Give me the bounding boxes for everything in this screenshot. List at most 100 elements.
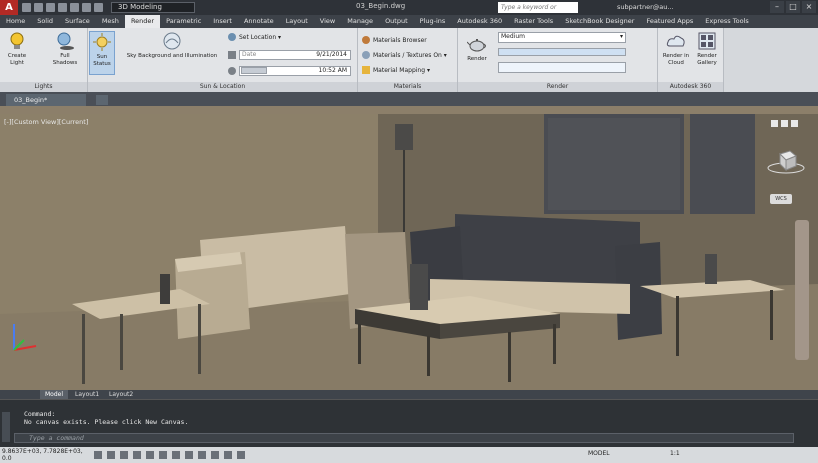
ducs-icon[interactable] bbox=[172, 451, 180, 459]
tab-render[interactable]: Render bbox=[124, 15, 161, 28]
viewport-minimize-icon[interactable] bbox=[771, 120, 778, 127]
material-mapping-button[interactable]: Material Mapping ▾ bbox=[362, 66, 430, 74]
new-icon[interactable] bbox=[22, 3, 31, 12]
workspace-dropdown[interactable]: 3D Modeling bbox=[111, 2, 195, 13]
materials-group: Materials Browser Materials / Textures O… bbox=[358, 28, 458, 92]
tab-view[interactable]: View bbox=[314, 15, 341, 28]
render-preset-dropdown[interactable]: Medium ▾ bbox=[498, 32, 626, 43]
render-output-field[interactable] bbox=[498, 62, 626, 73]
tab-autodesk-360[interactable]: Autodesk 360 bbox=[451, 15, 508, 28]
maximize-icon[interactable]: □ bbox=[786, 1, 800, 13]
lineweight-icon[interactable] bbox=[198, 451, 206, 459]
tab-layout[interactable]: Layout bbox=[280, 15, 314, 28]
minimize-icon[interactable]: – bbox=[770, 1, 784, 13]
navigation-bar[interactable] bbox=[795, 220, 809, 360]
sky-background-button[interactable]: Sky Background and Illumination bbox=[120, 31, 224, 60]
open-icon[interactable] bbox=[34, 3, 43, 12]
viewcube-icon[interactable] bbox=[766, 148, 806, 174]
tab-express-tools[interactable]: Express Tools bbox=[699, 15, 754, 28]
quick-properties-icon[interactable] bbox=[224, 451, 232, 459]
annotation-scale[interactable]: 1:1 bbox=[670, 450, 680, 457]
tab-layout1[interactable]: Layout1 bbox=[70, 390, 104, 399]
tab-plug-ins[interactable]: Plug-ins bbox=[414, 15, 452, 28]
document-tab[interactable]: 03_Begin* bbox=[6, 94, 86, 106]
search-input[interactable]: Type a keyword or phrase bbox=[498, 2, 578, 22]
textures-icon bbox=[362, 51, 370, 59]
tab-featured-apps[interactable]: Featured Apps bbox=[640, 15, 699, 28]
print-icon[interactable] bbox=[70, 3, 79, 12]
dyn-icon[interactable] bbox=[185, 451, 193, 459]
ribbon-empty-area bbox=[724, 28, 818, 92]
tab-raster-tools[interactable]: Raster Tools bbox=[508, 15, 559, 28]
layout-tabs: Model Layout1 Layout2 bbox=[0, 390, 818, 399]
redo-icon[interactable] bbox=[94, 3, 103, 12]
clock-icon bbox=[228, 67, 236, 75]
viewport-controls-label[interactable]: [-][Custom View][Current] bbox=[4, 118, 88, 126]
render-quality-slider[interactable] bbox=[498, 48, 626, 56]
transparency-icon[interactable] bbox=[211, 451, 219, 459]
set-location-button[interactable]: Set Location ▾ bbox=[228, 33, 281, 41]
sun-location-group-title: Sun & Location bbox=[88, 82, 357, 92]
light-bulb-icon bbox=[10, 32, 24, 49]
osnap-icon[interactable] bbox=[146, 451, 154, 459]
tab-output[interactable]: Output bbox=[379, 15, 414, 28]
user-name[interactable]: subpartner@au... bbox=[617, 3, 674, 11]
render-button[interactable]: Render bbox=[462, 34, 492, 63]
render-gallery-button[interactable]: Render Gallery bbox=[692, 31, 722, 67]
tab-model[interactable]: Model bbox=[40, 390, 69, 399]
viewport-top-strip bbox=[0, 106, 818, 114]
wcs-dropdown[interactable]: WCS bbox=[770, 194, 792, 204]
coordinate-readout[interactable]: 9.8637E+03, 7.7828E+03, 0.0 bbox=[2, 448, 88, 462]
render-group-title: Render bbox=[458, 82, 657, 92]
tab-solid[interactable]: Solid bbox=[31, 15, 59, 28]
otrack-icon[interactable] bbox=[159, 451, 167, 459]
cloud-icon bbox=[666, 35, 685, 47]
time-field[interactable]: 10:52 AM bbox=[239, 66, 351, 76]
document-title: 03_Begin.dwg bbox=[356, 2, 406, 10]
polar-icon[interactable] bbox=[133, 451, 141, 459]
save-icon[interactable] bbox=[46, 3, 55, 12]
ribbon-tabs: Home Solid Surface Mesh Render Parametric Inse… bbox=[0, 15, 818, 28]
tab-mesh[interactable]: Mesh bbox=[96, 15, 125, 28]
autodesk-360-group: Render in Cloud Render Gallery Autodesk … bbox=[658, 28, 724, 92]
tab-layout2[interactable]: Layout2 bbox=[104, 390, 138, 399]
ortho-icon[interactable] bbox=[120, 451, 128, 459]
snap-icon[interactable] bbox=[94, 451, 102, 459]
save-as-icon[interactable] bbox=[58, 3, 67, 12]
grid-icon[interactable] bbox=[107, 451, 115, 459]
materials-browser-button[interactable]: Materials Browser bbox=[362, 36, 427, 44]
command-input[interactable]: Type a command bbox=[14, 433, 794, 443]
materials-textures-button[interactable]: Materials / Textures On ▾ bbox=[362, 51, 447, 59]
render-in-cloud-button[interactable]: Render in Cloud bbox=[660, 31, 692, 67]
viewport-restore-icon[interactable] bbox=[781, 120, 788, 127]
tab-insert[interactable]: Insert bbox=[207, 15, 238, 28]
autodesk-360-group-title: Autodesk 360 bbox=[658, 82, 723, 92]
quick-access-toolbar bbox=[22, 3, 103, 12]
lights-group: Create Light Full Shadows Lights bbox=[0, 28, 88, 92]
tab-parametric[interactable]: Parametric bbox=[160, 15, 207, 28]
drawing-viewport[interactable]: [-][Custom View][Current] WCS bbox=[0, 114, 818, 390]
sun-location-group: Sun Status Sky Background and Illuminati… bbox=[88, 28, 358, 92]
sun-icon bbox=[93, 33, 111, 51]
selection-cycling-icon[interactable] bbox=[237, 451, 245, 459]
tab-home[interactable]: Home bbox=[0, 15, 31, 28]
command-window-handle[interactable] bbox=[2, 412, 10, 442]
tab-manage[interactable]: Manage bbox=[341, 15, 379, 28]
undo-icon[interactable] bbox=[82, 3, 91, 12]
lights-group-title: Lights bbox=[0, 82, 87, 92]
tab-sketchbook-designer[interactable]: SketchBook Designer bbox=[559, 15, 640, 28]
create-light-button[interactable]: Create Light bbox=[2, 31, 32, 67]
close-icon[interactable]: × bbox=[802, 1, 816, 13]
tab-annotate[interactable]: Annotate bbox=[238, 15, 280, 28]
new-tab-button[interactable] bbox=[96, 95, 108, 105]
full-shadows-button[interactable]: Full Shadows bbox=[48, 31, 82, 67]
viewport-close-icon[interactable] bbox=[791, 120, 798, 127]
date-field[interactable]: Date 9/21/2014 bbox=[239, 50, 351, 60]
sun-status-button[interactable]: Sun Status bbox=[89, 31, 115, 75]
time-slider[interactable] bbox=[241, 67, 267, 74]
model-space-toggle[interactable]: MODEL bbox=[588, 450, 610, 457]
shadows-icon bbox=[57, 32, 74, 50]
time-row bbox=[228, 67, 239, 75]
tab-surface[interactable]: Surface bbox=[59, 15, 96, 28]
application-menu-button[interactable]: A bbox=[0, 0, 18, 15]
